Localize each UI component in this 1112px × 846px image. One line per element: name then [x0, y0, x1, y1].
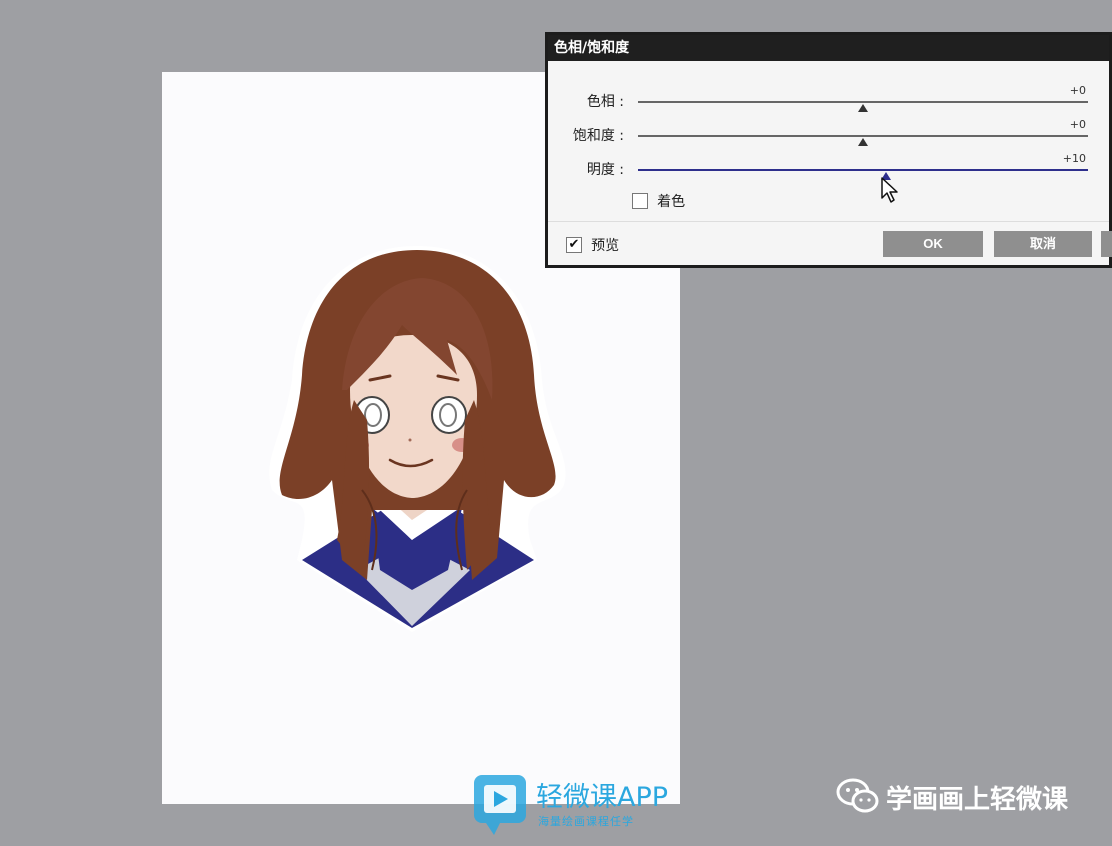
colorize-checkbox[interactable] — [632, 192, 648, 209]
saturation-slider-row: 饱和度 : +0 — [548, 118, 1112, 155]
hue-label: 色相 : — [586, 94, 624, 110]
mouse-cursor-icon — [881, 177, 898, 203]
app-name-text: 轻微课APP — [536, 782, 669, 813]
preview-checkbox[interactable]: ✔ — [566, 236, 582, 253]
cancel-button[interactable]: 取消 — [994, 231, 1092, 257]
hue-slider-thumb[interactable] — [858, 104, 868, 112]
app-tagline-text: 海量绘画课程任学 — [538, 815, 634, 828]
saturation-value[interactable]: +0 — [1070, 118, 1086, 131]
lightness-slider[interactable] — [638, 169, 1088, 171]
colorize-option[interactable]: 着色 — [632, 190, 685, 210]
colorize-label: 着色 — [657, 193, 686, 210]
character-illustration — [269, 246, 566, 632]
hue-slider-row: 色相 : +0 — [548, 84, 1112, 121]
hue-value[interactable]: +0 — [1070, 84, 1086, 97]
wechat-icon — [836, 778, 879, 813]
wechat-account-text: 学画画上轻微课 — [886, 785, 1069, 815]
saturation-label: 饱和度 : — [572, 128, 624, 144]
hue-slider[interactable] — [638, 101, 1088, 103]
dialog-title: 色相/饱和度 — [548, 35, 1109, 61]
hue-saturation-dialog: 色相/饱和度 色相 : +0 饱和度 : +0 明度 : +10 着色 ✔ 预览 — [545, 32, 1112, 268]
dialog-extra-button[interactable] — [1101, 231, 1112, 257]
saturation-slider-thumb[interactable] — [858, 138, 868, 146]
lightness-label: 明度 : — [586, 162, 624, 178]
app-logo-icon — [474, 775, 526, 835]
saturation-slider[interactable] — [638, 135, 1088, 137]
wechat-watermark: 学画画上轻微课 — [836, 777, 1068, 819]
lightness-slider-row: 明度 : +10 — [548, 152, 1112, 189]
dialog-divider — [548, 221, 1109, 222]
preview-label: 预览 — [591, 237, 620, 254]
preview-option[interactable]: ✔ 预览 — [566, 234, 619, 255]
ok-button[interactable]: OK — [883, 231, 983, 257]
lightness-value[interactable]: +10 — [1063, 152, 1086, 165]
